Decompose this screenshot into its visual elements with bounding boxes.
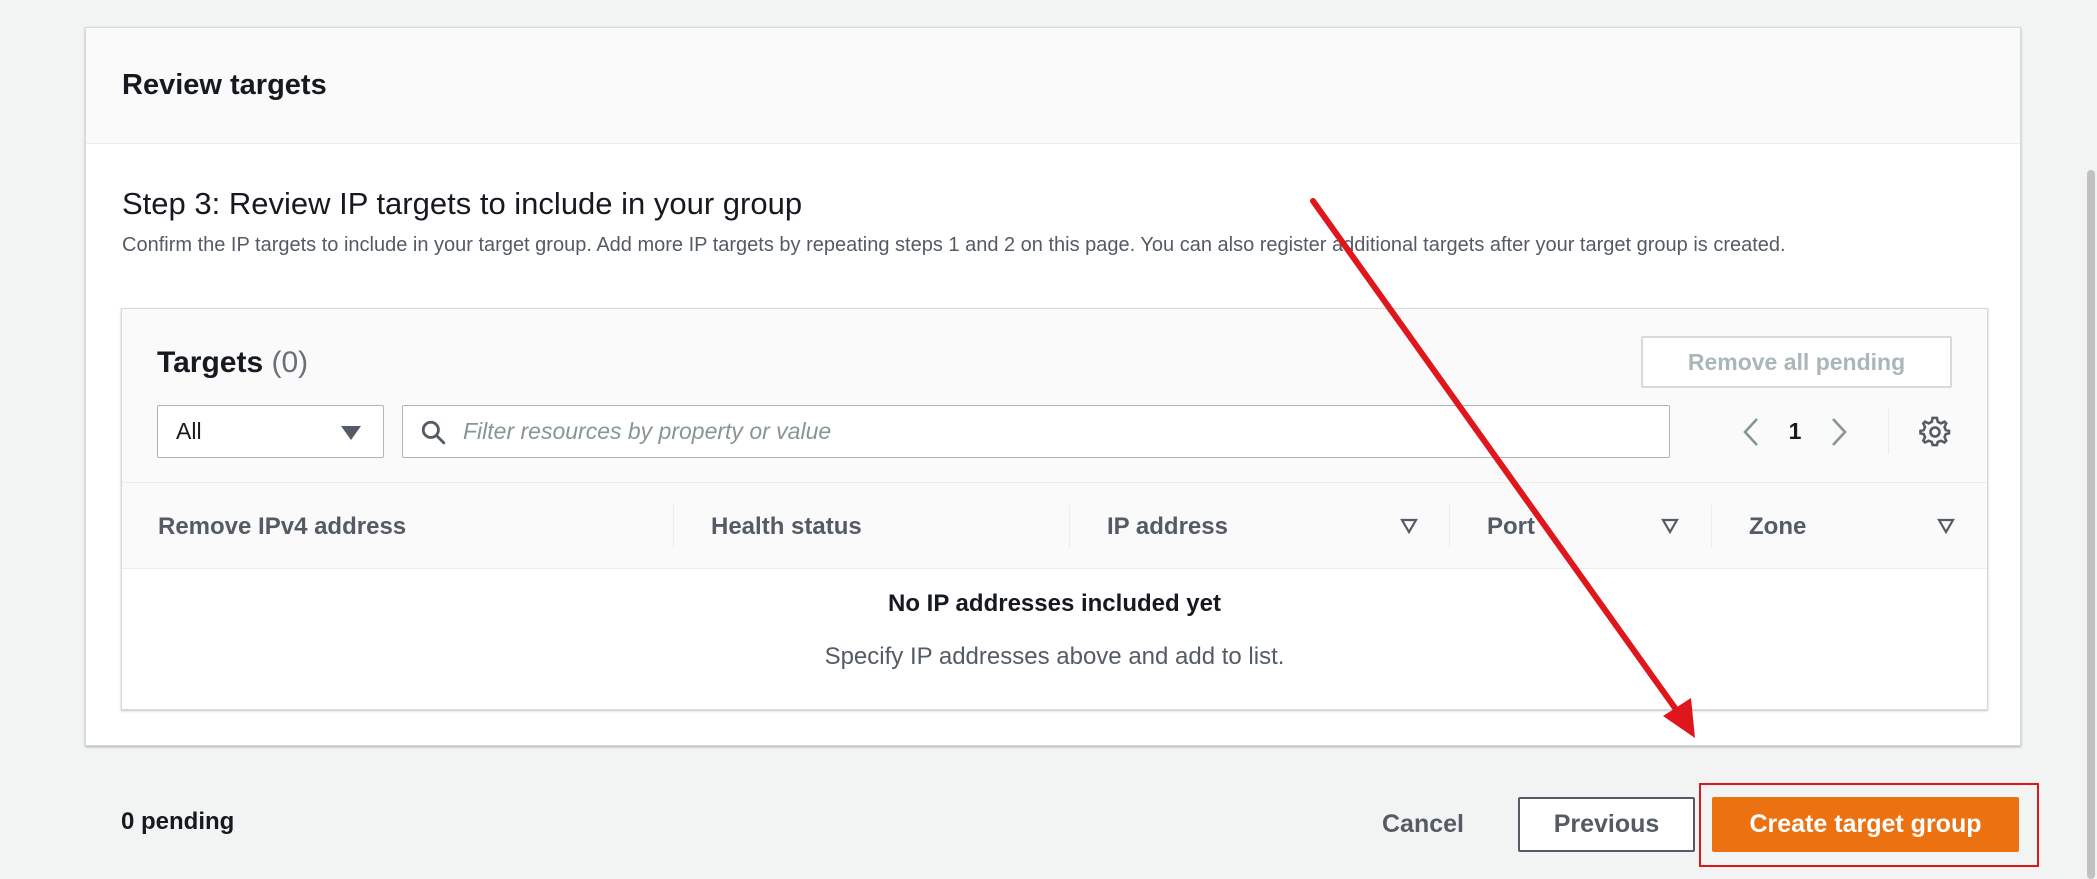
targets-count: (0) [271,346,309,379]
panel-header: Review targets [86,28,2020,144]
column-zone[interactable]: Zone [1749,483,1806,570]
scrollbar[interactable] [2085,0,2097,879]
empty-state-title: No IP addresses included yet [887,590,1221,617]
table-header: Remove IPv4 address Health status IP add… [122,482,1987,569]
pending-count: 0 pending [121,808,235,835]
targets-table-container: Targets (0) Remove all pending All 1 [121,308,1988,710]
chevron-right-icon [1832,417,1847,446]
step-title: Step 3: Review IP targets to include in … [122,186,803,221]
pager-divider [1888,409,1889,454]
filter-select[interactable]: All [157,405,384,458]
panel-title: Review targets [122,69,327,101]
page-number[interactable]: 1 [1767,418,1823,445]
targets-heading: Targets (0) [157,346,308,380]
review-targets-panel: Review targets Step 3: Review IP targets… [85,27,2021,746]
column-separator [1069,505,1070,548]
targets-title: Targets [157,346,264,379]
empty-state-description: Specify IP addresses above and add to li… [824,643,1285,670]
sort-down-icon[interactable] [1400,518,1418,534]
pagination: 1 [1735,405,1855,458]
previous-button[interactable]: Previous [1518,797,1695,852]
sort-down-icon[interactable] [1661,518,1679,534]
chevron-left-icon [1743,417,1758,446]
cancel-button[interactable]: Cancel [1363,797,1483,852]
column-ip-address[interactable]: IP address [1107,483,1228,570]
previous-page-button[interactable] [1735,412,1767,452]
search-input[interactable] [463,406,1653,457]
next-page-button[interactable] [1823,412,1855,452]
step-description: Confirm the IP targets to include in you… [122,234,1786,256]
column-remove-ipv4: Remove IPv4 address [158,512,407,540]
filter-select-value: All [176,418,202,444]
column-separator [1449,505,1450,548]
column-separator [1711,505,1712,548]
search-icon [421,420,446,445]
sort-down-icon[interactable] [1937,518,1955,534]
caret-down-icon [341,426,361,440]
column-health-status: Health status [711,512,862,540]
create-target-group-button[interactable]: Create target group [1712,797,2019,852]
column-port[interactable]: Port [1487,483,1535,570]
scrollbar-thumb[interactable] [2087,170,2095,879]
column-separator [673,505,674,548]
remove-all-pending-button[interactable]: Remove all pending [1641,336,1952,388]
gear-icon[interactable] [1919,416,1951,448]
filter-search-box[interactable] [402,405,1670,458]
